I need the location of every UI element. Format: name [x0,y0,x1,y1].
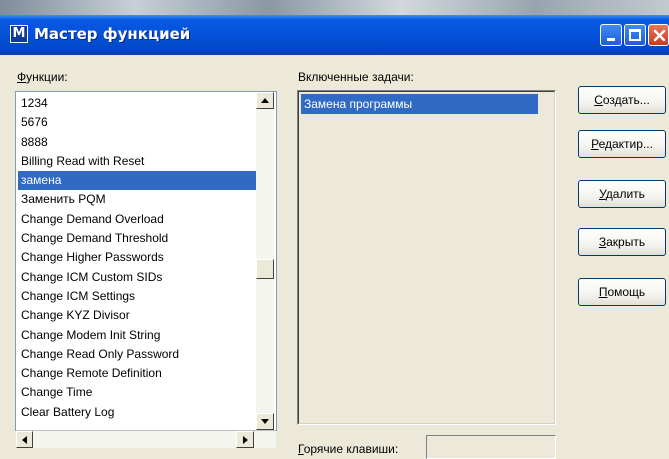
help-button-label: омощь [607,285,646,299]
close-button[interactable]: Закрыть [578,228,666,256]
hotkeys-label-text: орячие клавиши: [303,442,399,456]
minimize-button[interactable] [600,24,622,46]
arrow-right-icon [243,436,248,444]
edit-button-label: едактир... [598,137,653,151]
close-button-label: акрыть [606,235,646,249]
arrow-up-icon [261,98,269,103]
create-button[interactable]: Создать... [578,86,666,114]
arrow-down-icon [261,419,269,424]
minimize-icon [607,38,615,41]
list-item[interactable]: Clear Battery Log [18,403,256,422]
list-item-selected[interactable]: замена [18,171,256,191]
arrow-left-icon [22,436,27,444]
delete-button-label: далить [605,187,645,201]
list-item[interactable]: 5676 [18,113,256,132]
close-icon [653,29,666,42]
list-item[interactable]: Change Higher Passwords [18,248,256,267]
functions-label: Функции: [17,70,68,84]
list-item[interactable]: Change Demand Threshold [18,229,256,248]
scroll-thumb[interactable] [256,259,274,279]
scroll-right-button[interactable] [236,431,254,448]
list-item[interactable]: Change ICM Settings [18,287,256,306]
create-button-accel: С [594,93,603,107]
list-item[interactable]: Change KYZ Divisor [18,306,256,325]
scroll-up-button[interactable] [256,92,274,109]
edit-button[interactable]: Редактир... [578,130,666,158]
close-window-button[interactable] [648,24,669,46]
tasks-listbox[interactable]: Замена программы [297,90,556,425]
list-item[interactable]: Change Read Only Password [18,345,256,364]
list-item[interactable]: Billing Read with Reset [18,152,256,171]
maximize-icon [629,29,641,41]
list-item[interactable]: Change ICM Custom SIDs [18,268,256,287]
scroll-down-button[interactable] [256,413,274,430]
list-item[interactable]: Change Modem Init String [18,326,256,345]
hotkeys-label: Горячие клавиши: [298,442,398,456]
list-item[interactable]: Change Time [18,383,256,402]
functions-listbox[interactable]: 1234 5676 8888 Billing Read with Reset з… [15,91,277,448]
delete-button-accel: У [599,187,606,201]
scroll-left-button[interactable] [16,431,33,448]
tasks-listbox-frame: Замена программы [298,91,555,424]
maximize-button[interactable] [624,24,646,46]
functions-label-accel: Ф [17,70,27,84]
window-title: Мастер функцией [34,25,191,43]
functions-list: 1234 5676 8888 Billing Read with Reset з… [18,94,256,422]
horizontal-scrollbar[interactable] [16,430,276,448]
create-button-label: оздать... [602,93,650,107]
functions-label-text: ункции: [26,70,68,84]
list-item[interactable]: 8888 [18,133,256,152]
help-button[interactable]: Помощь [578,278,666,306]
list-item[interactable]: 1234 [18,94,256,113]
tasks-label: Включенные задачи: [298,70,414,84]
edit-button-accel: Р [591,137,599,151]
vertical-scrollbar[interactable] [256,92,274,430]
app-icon: M [10,25,28,43]
list-item[interactable]: Change Demand Overload [18,210,256,229]
delete-button[interactable]: Удалить [578,180,666,208]
background-strip [0,0,669,15]
hotkey-input[interactable] [426,435,556,459]
task-item[interactable]: Замена программы [301,94,538,114]
list-item[interactable]: Change Remote Definition [18,364,256,383]
list-item[interactable]: Заменить PQM [18,190,256,209]
